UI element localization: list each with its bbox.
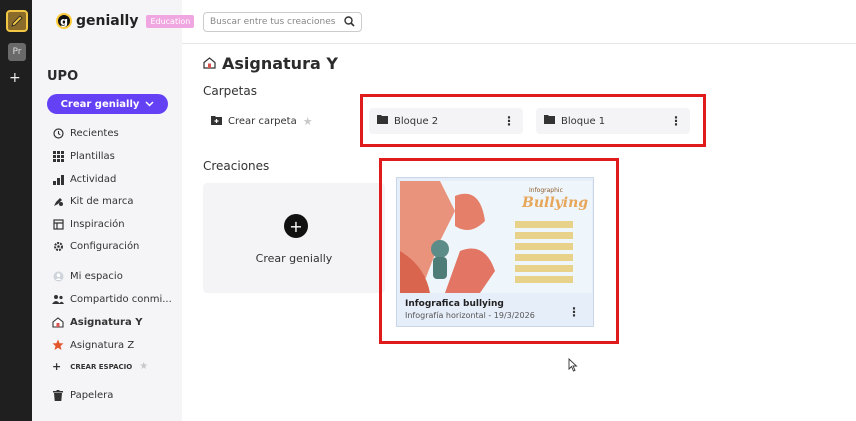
sidebar-item-label: Compartido conmi... (70, 293, 172, 305)
create-space-button[interactable]: + CREAR ESPACIO ★ (52, 360, 148, 373)
sidebar-item-label: Inspiración (70, 218, 125, 230)
add-workspace-button[interactable]: + (9, 70, 21, 86)
star-icon: ★ (302, 114, 313, 128)
sidebar-item-shared[interactable]: Compartido conmi... (52, 293, 172, 305)
sidebar-item-my-space[interactable]: Mi espacio (52, 270, 123, 282)
school-icon (203, 54, 216, 73)
workspace-avatar-active[interactable] (6, 10, 28, 32)
folders-heading: Carpetas (203, 84, 257, 98)
sidebar-item-activity[interactable]: Actividad (52, 173, 116, 185)
grid-icon (52, 150, 64, 162)
genially-logo-icon: g (56, 13, 72, 29)
user-avatar-icon (52, 270, 64, 282)
page-title: Asignatura Y (203, 54, 338, 73)
create-space-label: CREAR ESPACIO (70, 362, 133, 371)
sidebar-item-label: Recientes (70, 127, 119, 139)
page-title-text: Asignatura Y (222, 54, 338, 73)
sidebar: g genially Education UPO Crear genially … (32, 0, 195, 421)
sidebar-item-label: Actividad (70, 173, 117, 185)
plus-icon: + (284, 214, 308, 238)
sidebar-item-label: Mi espacio (70, 270, 123, 282)
brand-kit-icon (52, 195, 64, 207)
sidebar-item-label: Asignatura Z (70, 339, 135, 351)
create-genially-label: Crear genially (60, 98, 140, 110)
space-title: UPO (47, 69, 79, 84)
bar-chart-icon (52, 173, 64, 185)
people-icon (52, 293, 64, 305)
plus-icon: + (52, 360, 62, 373)
workspace-rail: Pr + (0, 0, 32, 421)
genially-logo[interactable]: g genially Education (56, 13, 195, 29)
search-placeholder: Buscar entre tus creaciones (210, 17, 336, 27)
new-creation-label: Crear genially (255, 252, 333, 265)
sidebar-item-brand-kit[interactable]: Kit de marca (52, 195, 134, 207)
sidebar-item-subject-y[interactable]: Asignatura Y (52, 316, 142, 328)
sidebar-item-templates[interactable]: Plantillas (52, 150, 115, 162)
sidebar-item-label: Papelera (70, 389, 114, 401)
sidebar-item-inspiration[interactable]: Inspiración (52, 218, 125, 230)
search-input[interactable]: Buscar entre tus creaciones (203, 12, 362, 32)
logo-text: genially (76, 13, 139, 29)
star-badge-icon (52, 339, 64, 351)
new-creation-card[interactable]: + Crear genially (203, 183, 385, 293)
pencil-icon (11, 15, 23, 27)
star-icon: ★ (139, 361, 149, 372)
inspiration-icon (52, 218, 64, 230)
search-icon[interactable] (344, 16, 355, 30)
sidebar-item-recent[interactable]: Recientes (52, 127, 119, 139)
sidebar-item-subject-z[interactable]: Asignatura Z (52, 339, 134, 351)
sidebar-item-label: Kit de marca (70, 195, 134, 207)
highlight-box-creation (379, 158, 619, 344)
create-folder-button[interactable]: Crear carpeta ★ (203, 108, 353, 134)
create-folder-label: Crear carpeta (228, 115, 297, 127)
folder-plus-icon (211, 115, 222, 128)
highlight-box-folders (360, 94, 706, 147)
sidebar-item-label: Configuración (70, 240, 140, 252)
sidebar-item-config[interactable]: Configuración (52, 240, 139, 252)
creations-heading: Creaciones (203, 159, 270, 173)
clock-icon (52, 127, 64, 139)
trash-icon (52, 389, 64, 401)
create-genially-button[interactable]: Crear genially (47, 94, 168, 114)
sidebar-item-label: Asignatura Y (70, 316, 143, 328)
sidebar-item-trash[interactable]: Papelera (52, 389, 113, 401)
chevron-down-icon (145, 99, 154, 110)
sidebar-item-label: Plantillas (70, 150, 115, 162)
mouse-cursor-icon (568, 357, 578, 375)
school-icon (52, 316, 64, 328)
workspace-avatar-secondary[interactable]: Pr (8, 43, 26, 61)
top-bar: Buscar entre tus creaciones (182, 0, 856, 44)
gear-icon (52, 240, 64, 252)
